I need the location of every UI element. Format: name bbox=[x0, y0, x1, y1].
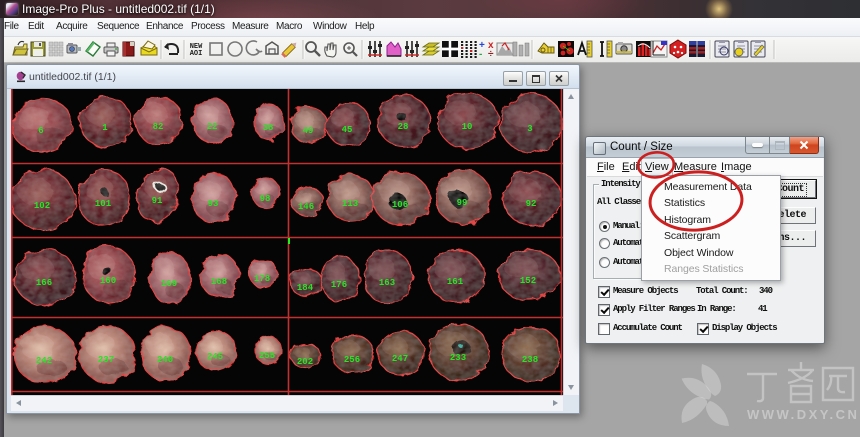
svg-text:3: 3 bbox=[527, 124, 532, 134]
svg-text:6: 6 bbox=[38, 126, 43, 136]
svg-text:168: 168 bbox=[211, 277, 227, 287]
svg-text:255: 255 bbox=[259, 351, 275, 361]
svg-text:28: 28 bbox=[398, 122, 409, 132]
svg-text:106: 106 bbox=[392, 200, 408, 210]
svg-text:245: 245 bbox=[207, 352, 223, 362]
svg-text:233: 233 bbox=[450, 353, 466, 363]
svg-text:49: 49 bbox=[303, 126, 314, 136]
svg-text:161: 161 bbox=[447, 277, 464, 287]
svg-text:176: 176 bbox=[331, 280, 347, 290]
svg-text:1: 1 bbox=[102, 123, 108, 133]
svg-text:82: 82 bbox=[153, 122, 164, 132]
svg-text:÷: ÷ bbox=[488, 49, 494, 60]
svg-text:256: 256 bbox=[344, 355, 360, 365]
svg-text:91: 91 bbox=[152, 196, 163, 206]
svg-text:237: 237 bbox=[98, 355, 114, 365]
svg-text:146: 146 bbox=[298, 202, 314, 212]
svg-text:169: 169 bbox=[161, 279, 177, 289]
svg-text:202: 202 bbox=[297, 357, 313, 367]
svg-text:92: 92 bbox=[526, 199, 537, 209]
svg-text:113: 113 bbox=[342, 199, 358, 209]
svg-text:247: 247 bbox=[392, 354, 408, 364]
svg-text:240: 240 bbox=[157, 355, 173, 365]
svg-text:166: 166 bbox=[36, 278, 52, 288]
svg-text:-: - bbox=[479, 49, 482, 60]
svg-text:38: 38 bbox=[263, 123, 274, 133]
svg-text:160: 160 bbox=[100, 276, 116, 286]
svg-text:99: 99 bbox=[457, 198, 468, 208]
svg-text:101: 101 bbox=[95, 199, 112, 209]
svg-text:22: 22 bbox=[207, 122, 218, 132]
svg-text:98: 98 bbox=[260, 194, 271, 204]
svg-text:242: 242 bbox=[36, 356, 52, 366]
svg-text:AOI: AOI bbox=[190, 50, 203, 58]
svg-text:238: 238 bbox=[522, 355, 538, 365]
svg-text:178: 178 bbox=[254, 274, 270, 284]
svg-text:93: 93 bbox=[208, 199, 219, 209]
svg-text:152: 152 bbox=[520, 276, 536, 286]
svg-text:WWW.DXY.CN: WWW.DXY.CN bbox=[747, 407, 859, 422]
svg-text:45: 45 bbox=[342, 125, 353, 135]
svg-text:184: 184 bbox=[297, 283, 314, 293]
svg-text:102: 102 bbox=[34, 201, 50, 211]
svg-text:163: 163 bbox=[379, 278, 395, 288]
svg-text:10: 10 bbox=[462, 122, 473, 132]
